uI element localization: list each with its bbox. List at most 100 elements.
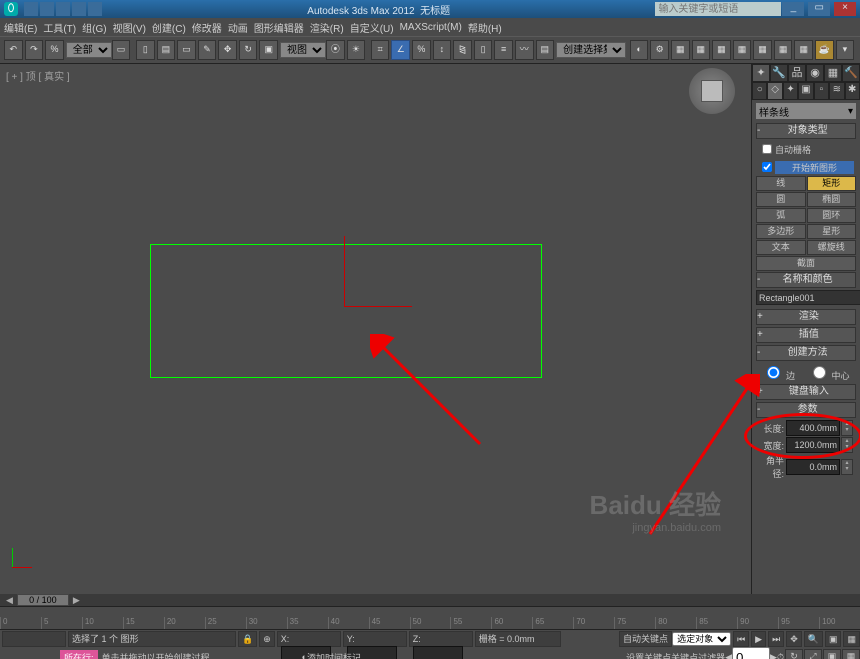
cat-cameras[interactable]: ▣ [798,82,813,100]
qr6[interactable]: ▦ [794,40,813,60]
link-button[interactable]: % [45,40,64,60]
viewcube[interactable] [689,68,735,114]
rollout-creation-method[interactable]: -创建方法 [756,345,856,361]
btn-text[interactable]: 文本 [756,240,806,255]
time-slider-thumb[interactable]: 0 / 100 [17,594,69,606]
pct-snap-toggle[interactable]: % [412,40,431,60]
tab-create[interactable]: ✦ [752,64,770,82]
radio-edge[interactable]: 边 [762,363,795,382]
btn-rectangle[interactable]: 矩形 [807,176,857,191]
maximize-button[interactable]: ▭ [808,2,830,16]
nav-walk-button[interactable]: ⤢ [804,649,822,659]
menu-rendering[interactable]: 渲染(R) [310,20,344,35]
nav-max-button[interactable]: ▣ [823,649,841,659]
cat-systems[interactable]: ✱ [845,82,860,100]
viewport-label[interactable]: [ + ] 顶 [ 真实 ] [6,68,70,83]
play-button[interactable]: ▶ [751,631,766,647]
spinner-snap-toggle[interactable]: ↕ [433,40,452,60]
tab-motion[interactable]: ◉ [806,64,824,82]
btn-circle[interactable]: 圆 [756,192,806,207]
mirror-button[interactable]: ⧎ [453,40,472,60]
tab-utilities[interactable]: 🔨 [842,64,860,82]
angle-snap-toggle[interactable]: ∠ [391,40,410,60]
menu-grapheditors[interactable]: 图形编辑器 [254,20,304,35]
menu-group[interactable]: 组(G) [82,20,106,35]
menu-modifiers[interactable]: 修改器 [192,20,222,35]
frame-input[interactable] [732,647,770,659]
rollout-name-color[interactable]: -名称和颜色 [756,272,856,288]
align-button[interactable]: ▯ [474,40,493,60]
render-frame-button[interactable]: ▦ [671,40,690,60]
btn-section[interactable]: 截面 [756,256,856,271]
step-fwd-button[interactable]: ▶ [770,652,777,659]
keyfilter-button[interactable]: 关键点过滤器 [671,651,725,659]
cat-shapes[interactable]: ◇ [767,82,782,100]
snap-toggle[interactable]: ⌗ [371,40,390,60]
rollout-parameters[interactable]: -参数 [756,402,856,418]
menu-tools[interactable]: 工具(T) [43,20,76,35]
tab-modify[interactable]: 🔧 [770,64,788,82]
cat-geometry[interactable]: ○ [752,82,767,100]
render-button[interactable]: ☕ [815,40,834,60]
mat-editor-button[interactable]: ◐ [630,40,649,60]
menu-maxscript[interactable]: MAXScript(M) [400,22,462,33]
menu-view[interactable]: 视图(V) [113,20,146,35]
nav-zoom-button[interactable]: 🔍 [804,631,823,647]
sel-crossing-button[interactable]: ▭ [112,40,131,60]
redo-button[interactable]: ↷ [25,40,44,60]
key-target-dropdown[interactable]: 选定对象 [672,632,731,646]
qr7[interactable]: ▾ [836,40,855,60]
script-mini[interactable] [2,631,66,647]
qat[interactable] [24,2,102,16]
play-prev-button[interactable]: ⏮ [733,631,749,647]
width-spinner[interactable]: ▴▾ [841,437,853,453]
btn-arc[interactable]: 弧 [756,208,806,223]
tab-hierarchy[interactable]: 品 [788,64,806,82]
addtime-button[interactable]: 添加时间标记 [307,651,387,659]
btn-helix[interactable]: 螺旋线 [807,240,857,255]
btn-line[interactable]: 线 [756,176,806,191]
cat-space[interactable]: ≋ [829,82,844,100]
nav-fov-button[interactable]: ▦ [843,631,860,647]
close-button[interactable]: × [834,2,856,16]
shape-type-dropdown[interactable]: 样条线▾ [756,103,856,119]
autokey-button[interactable]: 自动关键点 [619,631,672,647]
selection-filter[interactable]: 全部 [66,42,112,58]
scale-button[interactable]: ▣ [259,40,278,60]
named-sel-set[interactable]: 创建选择集 [556,42,626,58]
ref-coord-dropdown[interactable]: 视图 [280,42,326,58]
rollout-rendering[interactable]: +渲染 [756,309,856,325]
rollout-object-type[interactable]: -对象类型 [756,123,856,139]
btn-ellipse[interactable]: 椭圆 [807,192,857,207]
menu-customize[interactable]: 自定义(U) [350,20,394,35]
abs-button[interactable]: ⊕ [259,631,275,647]
menu-create[interactable]: 创建(C) [152,20,186,35]
autogrid-checkbox[interactable] [762,144,772,154]
startnew-checkbox[interactable] [762,162,772,172]
manip-button[interactable]: ☀ [347,40,366,60]
menu-animation[interactable]: 动画 [228,20,248,35]
select-rect-button[interactable]: ▭ [177,40,196,60]
corner-spinner[interactable]: ▴▾ [841,459,853,475]
curve-editor-button[interactable]: 〰 [515,40,534,60]
length-spinner[interactable]: ▴▾ [841,420,853,436]
viewport[interactable]: [ + ] 顶 [ 真实 ] Baidu 经验jingyan.baidu.com [0,64,751,594]
cat-lights[interactable]: ✦ [783,82,798,100]
time-slider[interactable]: ◀ 0 / 100 ▶ [0,594,860,606]
lock-button[interactable]: 🔒 [238,631,257,647]
nav-pan-button[interactable]: ✥ [786,631,802,647]
qr2[interactable]: ▦ [712,40,731,60]
timeline[interactable]: 0510 152025 303540 455055 606570 758085 … [0,606,860,629]
render-setup-button[interactable]: ⚙ [650,40,669,60]
qr1[interactable]: ▦ [692,40,711,60]
play-next-button[interactable]: ⏭ [768,631,784,647]
nav-more-button[interactable]: ▦ [842,649,860,659]
qr4[interactable]: ▦ [753,40,772,60]
nav-zoom-ext-button[interactable]: ▣ [825,631,842,647]
schematic-button[interactable]: ▤ [536,40,555,60]
setkey-button[interactable]: 设置关键点 [626,651,671,659]
minimize-button[interactable]: _ [782,2,804,16]
menu-edit[interactable]: 编辑(E) [4,20,37,35]
rotate-button[interactable]: ↻ [239,40,258,60]
cat-helpers[interactable]: ▫ [814,82,829,100]
